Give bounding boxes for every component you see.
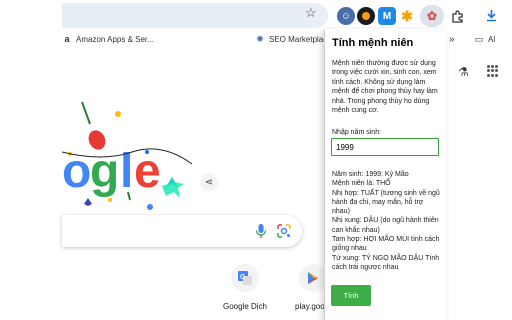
bookmark-label: Amazon Apps & Ser... [76,34,154,44]
extension-icon-5[interactable]: ✿ [423,7,441,25]
svg-text:l: l [120,145,133,198]
bookmarks-overflow-button[interactable]: » [449,34,455,45]
bookmark-label: Al [488,34,496,44]
svg-text:G: G [240,274,246,281]
bookmark-amazon[interactable]: a Amazon Apps & Ser... [62,34,154,44]
google-apps-icon[interactable] [487,65,499,77]
share-icon[interactable]: ⋖ [200,173,218,191]
result-line: Tam hợp: HỢI MÃO MÙI tính cách giống nha… [332,236,440,253]
birth-year-input[interactable] [331,138,439,156]
star-icon[interactable]: ☆ [305,6,317,20]
popup-title: Tính mệnh niên [332,37,414,49]
extension-popup: Tính mệnh niên Mệnh niên thường được sử … [324,29,446,320]
labs-flask-icon[interactable]: ⚗ [458,65,469,79]
puzzle-icon[interactable] [448,7,466,25]
folder-icon: ▭ [474,33,484,44]
google-doodle[interactable]: o g l e [62,92,202,212]
google-translate-icon: G [231,264,259,292]
result-line: Năm sinh: 1999: Kỷ Mão [332,171,409,178]
bookmark-folder-all[interactable]: ▭ Al [474,34,495,44]
extensions-bar: ☺ M ✱ ✿ [331,5,471,27]
result-line: Tứ xung: TÝ NGỌ MÃO DẬU Tính cách trái n… [332,254,440,271]
shortcut-google-translate[interactable]: G Google Dịch [215,264,275,311]
extension-icon-1[interactable]: ☺ [337,7,355,25]
calculate-button[interactable]: Tính [331,285,371,306]
birth-year-label: Nhập năm sinh: [332,129,382,136]
google-lens-icon[interactable] [276,223,292,239]
shortcut-label: Google Dịch [222,302,268,311]
result-list: Năm sinh: 1999: Kỷ Mão Mệnh niên là: THỔ… [332,170,442,272]
popup-description: Mệnh niên thường được sử dụng trong việc… [332,60,438,115]
bookmark-seo-marketplace[interactable]: ✺ SEO Marketplace [255,33,332,44]
amazon-icon: a [64,34,70,44]
google-search-input[interactable] [62,215,302,247]
download-icon[interactable] [481,5,501,25]
extension-icon-2[interactable] [357,7,375,25]
extension-icon-3[interactable]: M [378,7,396,25]
seo-icon: ✺ [256,33,264,44]
result-line: Nhị xung: DẬU (do ngũ hành thiên can khắ… [332,217,439,234]
google-play-icon [299,264,327,292]
result-line: Nhị hợp: TUẤT (tương sinh về ngũ hành đa… [332,189,440,216]
result-line: Mệnh niên là: THỔ [332,180,391,188]
svg-text:g: g [90,145,119,198]
address-bar[interactable] [62,3,328,28]
extension-icon-4[interactable]: ✱ [398,7,416,25]
bookmark-label: SEO Marketplace [269,34,332,44]
microphone-icon[interactable] [255,223,267,239]
browser-toolbar: ☆ ☺ M ✱ ✿ [0,0,512,30]
browser-window: ☆ ☺ M ✱ ✿ a Amazon Apps & Ser... ✺ SEO M… [0,0,512,320]
